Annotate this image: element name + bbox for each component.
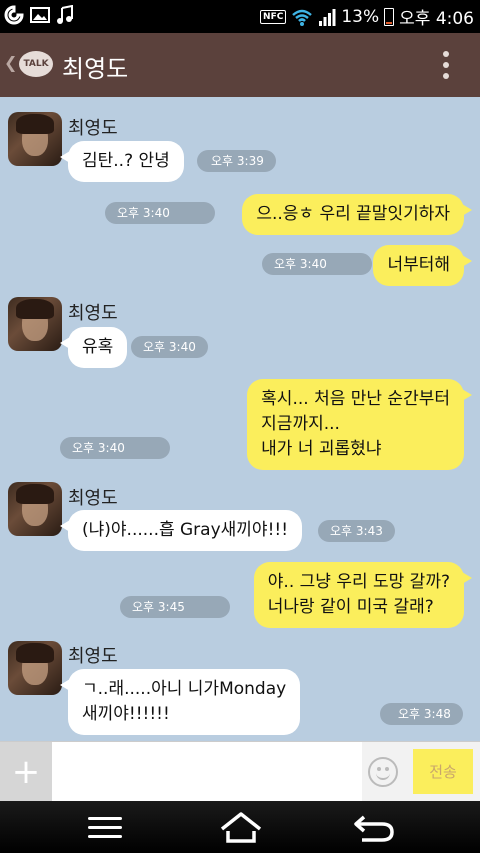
signal-icon (319, 8, 336, 26)
chat-header: ❮ TALK 최영도 (0, 33, 480, 97)
chevron-left-icon[interactable]: ❮ (4, 53, 17, 72)
notification-app-icon (4, 5, 24, 25)
talk-logo[interactable]: TALK (19, 51, 53, 77)
menu-icon[interactable] (88, 809, 128, 845)
avatar[interactable] (8, 641, 62, 695)
message-bubble-incoming[interactable]: (냐)야......흡 Gray새끼야!!! (59, 510, 303, 551)
message-time: 오후 3:48 (380, 703, 463, 725)
message-bubble-incoming[interactable]: 유혹 (59, 327, 128, 368)
wifi-icon (292, 9, 313, 26)
sender-name: 최영도 (68, 118, 118, 139)
chat-title: 최영도 (62, 55, 129, 83)
status-bar: NFC 13% 오후 4:06 (0, 0, 480, 33)
message-time: 오후 3:45 (120, 596, 230, 618)
avatar[interactable] (8, 297, 62, 351)
system-nav-bar (0, 801, 480, 853)
message-input-bar: + 전송 (0, 741, 480, 801)
smiley-icon[interactable] (368, 757, 398, 787)
back-icon[interactable] (352, 809, 396, 845)
status-left-icons (4, 5, 74, 25)
battery-icon (384, 7, 395, 26)
message-bubble-incoming[interactable]: ㄱ..래.....아니 니가Monday 새끼야!!!!!! (59, 669, 301, 735)
message-bubble-outgoing[interactable]: 너부터해 (373, 245, 472, 286)
message-time: 오후 3:40 (105, 202, 215, 224)
more-vertical-icon[interactable] (442, 51, 450, 79)
message-bubble-outgoing[interactable]: 으..응ㅎ 우리 끝말잇기하자 (242, 194, 472, 235)
sender-name: 최영도 (68, 646, 118, 667)
message-time: 오후 3:43 (318, 520, 395, 542)
gallery-icon (30, 7, 50, 23)
status-right-icons: NFC 13% 오후 4:06 (260, 4, 474, 29)
message-time: 오후 3:39 (197, 150, 276, 172)
attach-plus-button[interactable]: + (0, 742, 52, 801)
sender-name: 최영도 (68, 303, 118, 324)
message-input[interactable] (52, 742, 362, 801)
message-time: 오후 3:40 (60, 437, 170, 459)
chat-area[interactable]: 최영도 김탄..? 안녕 오후 3:39 오후 3:40 으..응ㅎ 우리 끝말… (0, 97, 480, 741)
message-bubble-outgoing[interactable]: 야.. 그냥 우리 도망 갈까? 너나랑 같이 미국 갈래? (253, 562, 473, 628)
home-icon[interactable] (218, 809, 264, 845)
avatar[interactable] (8, 112, 62, 166)
clock: 오후 4:06 (399, 9, 474, 29)
avatar[interactable] (8, 482, 62, 536)
sender-name: 최영도 (68, 488, 118, 509)
message-time: 오후 3:40 (262, 253, 372, 275)
message-bubble-outgoing[interactable]: 혹시... 처음 만난 순간부터 지금까지... 내가 너 괴롭혔냐 (247, 379, 472, 470)
nfc-icon: NFC (260, 9, 287, 24)
message-bubble-incoming[interactable]: 김탄..? 안녕 (60, 141, 184, 182)
music-icon (57, 5, 73, 24)
message-time: 오후 3:40 (131, 336, 208, 358)
battery-percent: 13% (341, 6, 380, 27)
send-button[interactable]: 전송 (413, 749, 473, 794)
